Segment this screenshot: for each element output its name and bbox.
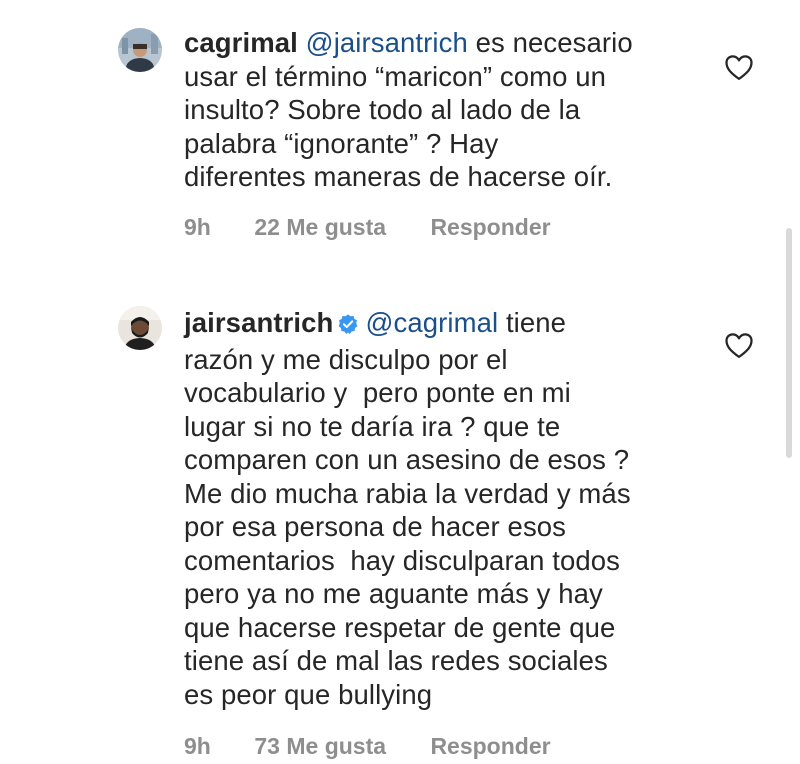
comment-likes-link[interactable]: 22 Me gusta xyxy=(254,214,386,241)
comment-time: 9h xyxy=(184,214,211,240)
comment-text: que hacerse respetar de gente que xyxy=(184,611,616,643)
comment-username[interactable]: cagrimal xyxy=(184,27,298,58)
avatar[interactable] xyxy=(118,306,162,350)
scrollbar[interactable] xyxy=(786,228,792,458)
like-heart-icon[interactable] xyxy=(724,53,754,81)
comment-text: es peor que bullying xyxy=(184,678,433,710)
comment-text: razón y me disculpo por el xyxy=(184,343,508,375)
comment-text: diferentes maneras de hacerse oír. xyxy=(184,161,613,192)
comment-text: comparen con un asesino de esos ? xyxy=(184,444,630,475)
comment-likes-link[interactable]: 73 Me gusta xyxy=(254,733,386,760)
like-heart-icon[interactable] xyxy=(724,331,754,359)
comment-text: es necesario xyxy=(475,27,633,58)
comment-text: insulto? Sobre todo al lado de la xyxy=(184,94,581,125)
comment-text: tiene xyxy=(498,307,567,338)
comment-text: por esa persona de hacer esos xyxy=(184,511,567,542)
verified-badge-icon xyxy=(337,309,359,343)
comment-time: 9h xyxy=(184,733,211,759)
comment-text: palabra “ignorante” ? Hay xyxy=(184,127,499,159)
avatar[interactable] xyxy=(118,28,162,72)
comment-text: lugar si no te daría ira ? que te xyxy=(184,410,561,442)
comment-text: Me dio mucha rabia la verdad y más xyxy=(184,477,631,509)
comment-text: comentarios hay disculparan todos xyxy=(184,544,621,576)
reply-button[interactable]: Responder xyxy=(430,214,550,241)
comment-username[interactable]: jairsantrich xyxy=(184,307,333,338)
comment-text: tiene así de mal las redes sociales xyxy=(184,645,608,676)
comment-text: pero ya no me aguante más y hay xyxy=(184,578,603,609)
reply-button[interactable]: Responder xyxy=(430,733,550,760)
comment-text: usar el término “maricon” como un xyxy=(184,60,607,92)
comment-mention[interactable]: @jairsantrich xyxy=(306,27,468,58)
comment-text: vocabulario y pero ponte en mi xyxy=(184,377,571,408)
comment-mention[interactable]: @cagrimal xyxy=(365,307,498,338)
